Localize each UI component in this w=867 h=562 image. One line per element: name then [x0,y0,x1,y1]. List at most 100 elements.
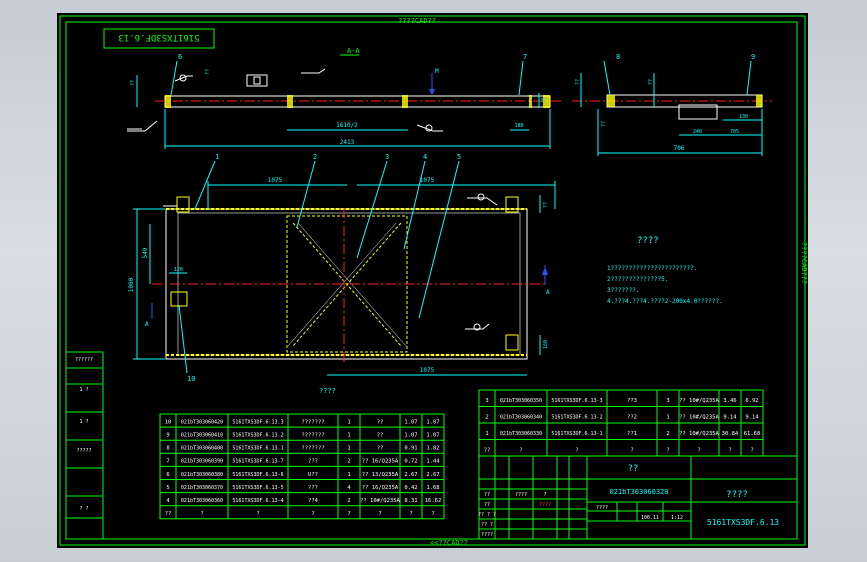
bom-right-cell-r1-c1: 021bT303060340 [500,414,542,420]
bom-right-cell-r3-c3: ? [630,447,633,453]
balloon-9: 9 [751,53,755,61]
left-sign-strip: ?????? 1 ? 1 ? ????? ? ? [65,351,104,540]
bom-left-cell-r1-c4: 1 [347,433,350,439]
bom-right-cell-r1-c4: 1 [666,414,669,420]
bom-right-cell-r0-c2: 5161TXS3DF.6.13-3 [551,398,602,404]
title-center: ???? [726,490,748,500]
arrow-M-label: M [435,68,439,75]
bom-right-cell-r0-c6: 3.46 [723,398,736,404]
bom-right-cell-r2-c1: 021bT303060330 [500,431,542,437]
bom-left-cell-r2-c2: 5161TXS3DF.6.13.1 [232,446,283,452]
strip-cell-5: ? ? [79,506,88,512]
bom-table-left: 10 021bT303060420 5161TXS3DF.6.13.3???????… [159,413,445,520]
bom-left-cell-r2-c1: 021bT303060400 [181,446,223,452]
bom-left-cell-r3-c0: 7 [166,459,169,465]
notes-line-2: 2??????????????5. [607,276,668,283]
sign-cell-7: ?? ? [481,522,493,528]
bom-left-cell-r2-c4: 1 [347,446,350,452]
section-label: A-A [347,47,360,55]
bom-left-cell-r6-c1: 021bT303060360 [181,498,223,504]
sign-cell-3: ? [543,492,546,498]
strip-cell-3: 1 ? [79,419,88,425]
bom-left-cell-r3-c4: 2 [347,459,350,465]
bom-left-cell-r3-c3: ??? [308,459,318,465]
bom-right-cell-r2-c0: 1 [485,431,488,437]
bom-left-cell-r5-c7: 1.68 [426,485,439,491]
bom-left-cell-r4-c4: 1 [347,472,350,478]
bom-left-cell-r3-c2: 5161TXS3DF.6.13-7 [232,459,283,465]
plan-view: 1075 1075 1075 1000 549 120 ?? 160 A A 1 [128,153,556,395]
bom-left-cell-r1-c1: 021bT303060410 [181,433,223,439]
bom-left-cell-r4-c5: ?? 13/Q235A [362,472,399,478]
top-border-label: ????CAD?? [398,17,436,25]
balloon-8: 8 [616,53,620,61]
bom-left-cell-r4-c1: 021bT303060380 [181,472,223,478]
bom-right-cell-r2-c2: 5161TXS3DF.6.13-1 [551,431,602,437]
section-center-text: 1610/2 [336,122,358,129]
bom-left-cell-r6-c2: 5161TXS3DF.6.13-4 [232,498,283,504]
bom-left-cell-r0-c0: 10 [165,419,172,425]
bottom-border-label: <<??CAD?? [430,539,468,547]
bom-left-cell-r6-c5: ?? 10#/Q235A [360,498,400,504]
bom-left-cell-r0-c7: 1.07 [426,419,439,425]
bom-left-cell-r7-c1: ? [200,511,203,517]
bom-left-cell-r2-c6: 0.91 [404,446,417,452]
bom-left-cell-r2-c3: ??????? [301,446,324,452]
bom-right-cell-r2-c3: ??1 [627,431,637,437]
plan-bottom-dim: 1075 [420,367,435,374]
detail-total-text: 706 [674,145,685,152]
bom-left-cell-r7-c7: ? [431,511,434,517]
bom-left-cell-r7-c3: ? [311,511,314,517]
title-scale: 1:12 [671,515,683,521]
bom-right-cell-r3-c0: ?? [484,447,491,453]
bom-left-cell-r4-c7: 2.67 [426,472,439,478]
balloon-3: 3 [385,153,389,161]
bom-right-cell-r2-c5: ?? 10#/Q235A [679,431,719,437]
bom-right-cell-r2-c7: 61.68 [744,431,761,437]
drawing-sheet: ????CAD?? <<??CAD?? ????CAD??? 5161TXS3D… [57,13,808,548]
strip-cell-1: ?????? [75,357,93,363]
svg-text:??: ?? [543,202,549,208]
bom-left-cell-r5-c4: 4 [347,485,351,491]
bom-left-cell-r7-c4: ? [347,511,350,517]
plan-height-dim: 1000 [128,277,135,292]
bom-table-right: 3 021bT303060350 5161TXS3DF.6.13-3 ??3 3?? 1… [478,389,764,457]
bom-left-cell-r0-c2: 5161TXS3DF.6.13.3 [232,419,283,425]
bom-left-cell-r6-c0: 4 [166,498,170,504]
bom-left-cell-r4-c6: 2.67 [404,472,417,478]
bom-left-cell-r0-c5: ?? [377,419,384,425]
bom-right-cell-r1-c0: 2 [485,414,488,420]
bom-left-cell-r3-c7: 1.44 [426,459,440,465]
bom-left-cell-r5-c0: 5 [166,485,169,491]
title-name: ?? [628,464,639,474]
drawing-canvas: ????CAD?? <<??CAD?? ????CAD??? 5161TXS3D… [59,15,808,547]
bom-left-cell-r1-c7: 1.07 [426,433,439,439]
section-35-text: 35 [541,97,547,103]
section-180-text: 180 [514,123,523,129]
bom-left-cell-r4-c2: 5161TXS3DF.6.13-6 [232,472,283,478]
bom-left-cell-r7-c0: ?? [165,511,172,517]
arrow-A-left: A [145,321,149,328]
title-block: ?? 021bT303060320 ???? 5161TXS3DF.6.13 1… [478,455,798,540]
bom-right-cell-r1-c2: 5161TXS3DF.6.13-2 [551,414,602,420]
bom-left-cell-r5-c6: 0.42 [404,485,417,491]
bom-left-cell-r2-c0: 8 [166,446,169,452]
strip-cell-4: ????? [76,448,91,454]
bom-right-cell-r0-c3: ??3 [627,398,637,404]
detail-view: 706 240 705 130 ?? ?? ?? 8 9 [572,53,772,156]
bom-right-cell-r1-c6: 9.14 [723,414,737,420]
svg-text:??: ?? [130,80,136,86]
plan-side-dim: 549 [142,247,149,258]
detail-130-text: 130 [739,114,748,120]
bom-left-cell-r6-c7: 16.62 [425,498,442,504]
sign-cell-5: ???? [539,502,551,508]
sign-cell-4: ?? [484,502,490,508]
bom-left-cell-r1-c0: 9 [166,433,169,439]
plan-top-right-dim: 1075 [420,177,435,184]
title-code: 021bT303060320 [609,488,668,496]
svg-text:??: ?? [601,121,607,127]
bom-right-cell-r2-c4: 2 [666,431,669,437]
bom-right-cell-r3-c2: ? [575,447,578,453]
drawing-no-rotated: 5161TXS3DF.6.13 [118,32,199,42]
section-view: A-A 2413 1610/2 180 35 ?? ?? M 6 7 [127,47,562,149]
